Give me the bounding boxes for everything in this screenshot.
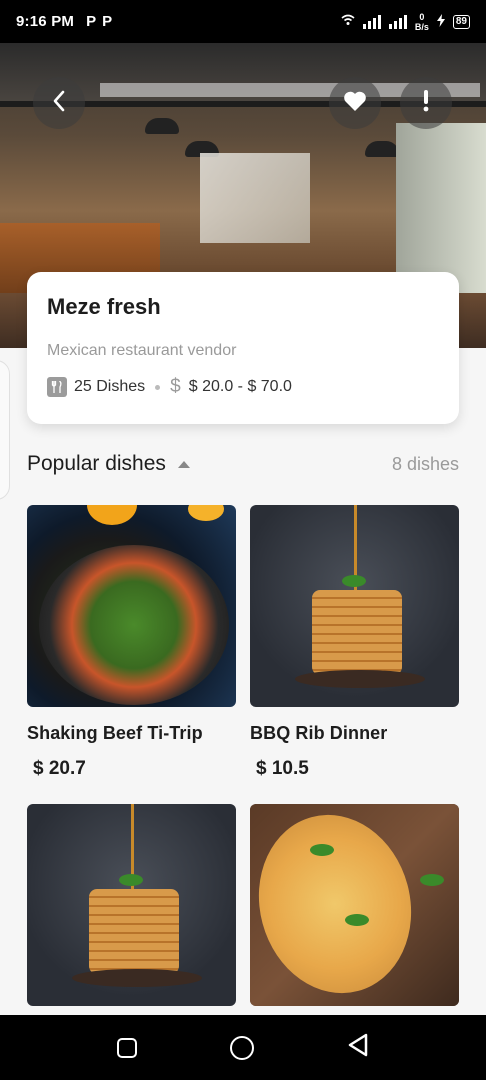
- dish-image[interactable]: [250, 505, 459, 707]
- dish-count: 25 Dishes: [74, 378, 146, 395]
- report-button[interactable]: [400, 77, 452, 129]
- battery-indicator: 89: [452, 14, 470, 29]
- dish-image-detail: [345, 914, 369, 926]
- utensils-icon: [47, 377, 67, 397]
- restaurant-meta: 25 Dishes $ $ 20.0 - $ 70.0: [47, 376, 439, 398]
- network-speed-value: 0: [419, 11, 425, 22]
- dish-card[interactable]: Shaking Beef Ti-Trip $ 20.7: [27, 505, 236, 780]
- restaurant-subtitle: Mexican restaurant vendor: [47, 342, 237, 359]
- dish-image-detail: [39, 545, 229, 705]
- price-range: $ 20.0 - $ 70.0: [188, 378, 292, 395]
- recents-button[interactable]: [116, 1037, 137, 1058]
- dish-card[interactable]: BBQ Rib Dinner $ 10.5: [250, 505, 459, 780]
- popular-dishes-header[interactable]: Popular dishes 8 dishes: [27, 452, 459, 476]
- network-speed: 0 B/s: [415, 12, 429, 32]
- app-notification-icon: P: [102, 13, 113, 30]
- dish-image-detail: [295, 670, 425, 688]
- dish-image-detail: [342, 575, 366, 587]
- dish-image-detail: [420, 874, 444, 886]
- charging-icon: [436, 13, 445, 30]
- dish-image[interactable]: [27, 505, 236, 707]
- caret-up-icon[interactable]: [177, 460, 190, 468]
- dish-price: $ 20.7: [33, 758, 86, 779]
- dish-image-detail: [312, 590, 402, 675]
- side-edge-panel: [0, 360, 10, 500]
- popular-dishes-count: 8 dishes: [391, 453, 459, 474]
- dish-image-detail: [87, 505, 137, 525]
- heart-icon: [343, 90, 367, 117]
- pendant-lamp: [145, 118, 179, 134]
- dish-image-detail: [310, 844, 334, 856]
- back-button[interactable]: [33, 77, 85, 129]
- home-button[interactable]: [229, 1035, 254, 1060]
- status-bar: 9:16 PM P P 0 B/s 89: [0, 0, 486, 43]
- dish-price: $ 10.5: [256, 758, 309, 779]
- wifi-icon: [341, 14, 355, 29]
- network-speed-unit: B/s: [414, 21, 429, 32]
- chevron-left-icon: [52, 90, 66, 117]
- dish-card[interactable]: [250, 804, 459, 1022]
- dish-image-detail: [72, 969, 202, 987]
- hero-stairs: [200, 153, 310, 243]
- dollar-icon: $: [170, 376, 181, 397]
- app-notification-icon: P: [86, 13, 97, 30]
- exclamation-icon: [422, 89, 430, 117]
- pendant-lamp: [365, 141, 399, 157]
- dish-image[interactable]: [27, 804, 236, 1006]
- popular-dishes-title: Popular dishes: [27, 452, 166, 475]
- restaurant-name: Meze fresh: [47, 294, 161, 319]
- dish-image-detail: [89, 889, 179, 974]
- hero-window: [396, 123, 486, 293]
- dish-image-detail: [119, 874, 143, 886]
- dish-name: Shaking Beef Ti-Trip: [27, 723, 203, 743]
- dish-name: BBQ Rib Dinner: [250, 723, 388, 743]
- system-nav-bar: [0, 1015, 486, 1080]
- status-time: 9:16 PM: [16, 13, 75, 30]
- restaurant-info-card: Meze fresh Mexican restaurant vendor 25 …: [27, 272, 459, 424]
- dish-card[interactable]: [27, 804, 236, 1022]
- favorite-button[interactable]: [329, 77, 381, 129]
- signal-icon: [362, 14, 381, 29]
- dish-image[interactable]: [250, 804, 459, 1006]
- separator-dot: [155, 384, 161, 390]
- signal-icon: [388, 14, 407, 29]
- back-nav-button[interactable]: [347, 1033, 369, 1062]
- dish-image-detail: [188, 505, 224, 521]
